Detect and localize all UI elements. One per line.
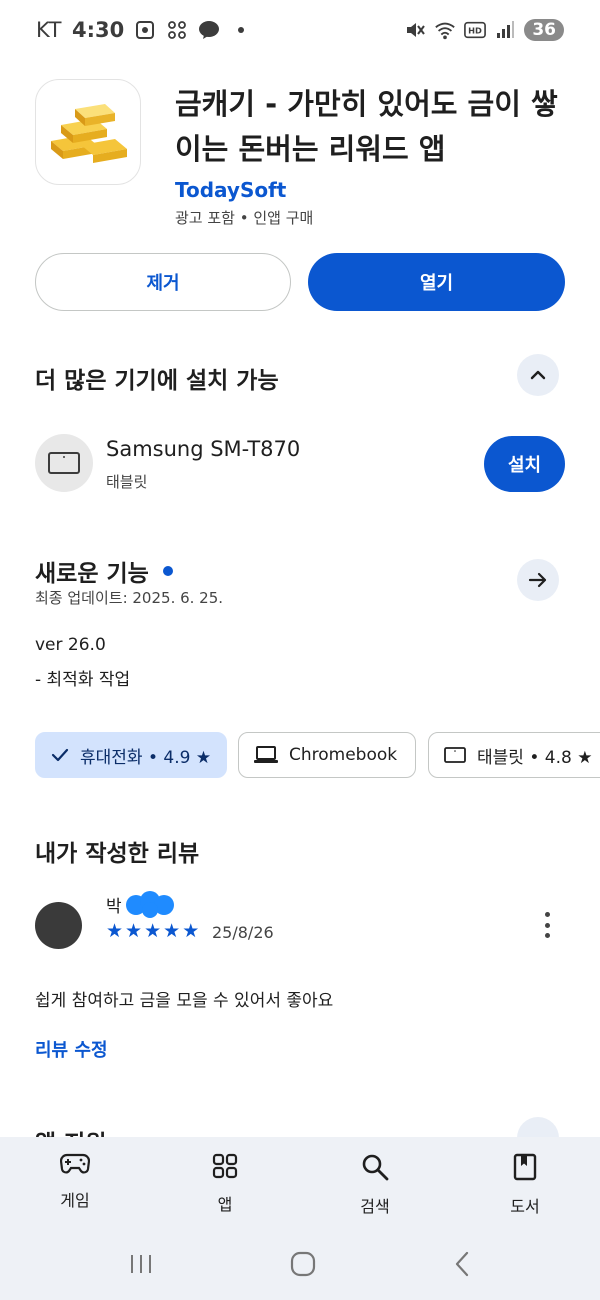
system-nav-bar <box>0 1232 600 1300</box>
tablet-icon <box>48 452 80 474</box>
carrier-label: KT <box>36 18 62 42</box>
app-icon <box>35 79 141 185</box>
device-avatar <box>35 434 93 492</box>
remove-button[interactable]: 제거 <box>35 253 291 311</box>
whats-new-more-button[interactable] <box>517 559 559 601</box>
tablet-icon <box>444 747 466 763</box>
signal-icon <box>494 19 516 41</box>
reviewer-name-text: 박 <box>106 896 122 917</box>
more-vert-icon <box>544 912 550 917</box>
chip-chromebook-label: Chromebook <box>289 745 398 765</box>
chip-chromebook[interactable]: Chromebook <box>238 732 416 778</box>
gamepad-icon <box>60 1153 90 1174</box>
recent-apps-icon[interactable] <box>128 1252 154 1280</box>
review-more-options[interactable] <box>535 908 559 942</box>
developer-link[interactable]: TodaySoft <box>175 178 286 202</box>
nav-search[interactable]: 검색 <box>300 1137 450 1232</box>
nav-search-label: 검색 <box>360 1197 390 1216</box>
star-icon: ★ <box>163 920 181 942</box>
chip-phone[interactable]: 휴대전화 • 4.9 ★ <box>35 732 227 778</box>
dot-icon <box>230 19 252 41</box>
laptop-icon <box>254 746 278 763</box>
device-type: 태블릿 <box>106 473 148 491</box>
nav-apps[interactable]: 앱 <box>150 1137 300 1232</box>
last-updated: 최종 업데이트: 2025. 6. 25. <box>35 589 224 607</box>
back-icon[interactable] <box>452 1250 472 1282</box>
review-text: 쉽게 참여하고 금을 모을 수 있어서 좋아요 <box>35 991 334 1011</box>
app-title: 금캐기 - 가만히 있어도 금이 쌓이는 돈버는 리워드 앱 <box>175 87 558 166</box>
status-bar: KT 4:30 HD 36 <box>0 0 600 60</box>
star-icon: ★ <box>182 920 200 942</box>
whats-new-header: 새로운 기능 <box>35 554 173 588</box>
nav-books-label: 도서 <box>510 1197 540 1216</box>
more-devices-title: 더 많은 기기에 설치 가능 <box>35 368 279 394</box>
nav-games[interactable]: 게임 <box>0 1137 150 1232</box>
star-icon: ★ <box>106 920 124 942</box>
talk-icon <box>198 19 220 41</box>
review-date: 25/8/26 <box>212 923 274 942</box>
my-review-title: 내가 작성한 리뷰 <box>35 841 200 867</box>
version-text: ver 26.0 <box>35 635 106 655</box>
nav-books[interactable]: 도서 <box>450 1137 600 1232</box>
nav-games-label: 게임 <box>60 1191 90 1210</box>
whats-new-title: 새로운 기능 <box>35 561 149 587</box>
apps-grid-icon <box>212 1153 238 1179</box>
chip-tablet-label: 태블릿 • 4.8 ★ <box>477 747 593 768</box>
new-indicator-dot <box>162 566 173 576</box>
star-icon: ★ <box>144 920 162 942</box>
avatar <box>35 902 82 949</box>
mute-icon <box>404 19 426 41</box>
app-notification-icon <box>166 19 188 41</box>
chip-phone-label: 휴대전화 • 4.9 ★ <box>80 747 212 768</box>
arrow-right-icon <box>528 572 547 588</box>
reviewer-name: 박 <box>106 891 176 918</box>
chip-tablet[interactable]: 태블릿 • 4.8 ★ <box>428 732 600 778</box>
star-icon: ★ <box>125 920 143 942</box>
wifi-icon <box>434 19 456 41</box>
home-icon[interactable] <box>289 1250 317 1282</box>
screenshot-icon <box>134 19 156 41</box>
install-button[interactable]: 설치 <box>484 436 565 492</box>
gold-bars-icon <box>51 104 127 163</box>
nav-apps-label: 앱 <box>217 1195 233 1214</box>
search-icon <box>362 1154 389 1181</box>
clock: 4:30 <box>71 18 125 42</box>
book-icon <box>513 1153 537 1181</box>
rating-stars: ★ ★ ★ ★ ★ <box>106 920 199 942</box>
app-meta: 광고 포함 • 인앱 구매 <box>175 209 314 227</box>
open-button[interactable]: 열기 <box>308 253 565 311</box>
bottom-nav: 게임 앱 검색 도서 <box>0 1137 600 1232</box>
redaction-mark <box>124 891 176 918</box>
check-icon <box>51 748 69 762</box>
collapse-button[interactable] <box>517 354 559 396</box>
svg-text:HD: HD <box>468 26 482 36</box>
battery-level: 36 <box>524 19 564 41</box>
change-notes: - 최적화 작업 <box>35 670 131 690</box>
device-name: Samsung SM-T870 <box>106 437 301 461</box>
hd-icon: HD <box>464 19 487 41</box>
chevron-up-icon <box>530 370 546 380</box>
edit-review-link[interactable]: 리뷰 수정 <box>35 1036 108 1062</box>
